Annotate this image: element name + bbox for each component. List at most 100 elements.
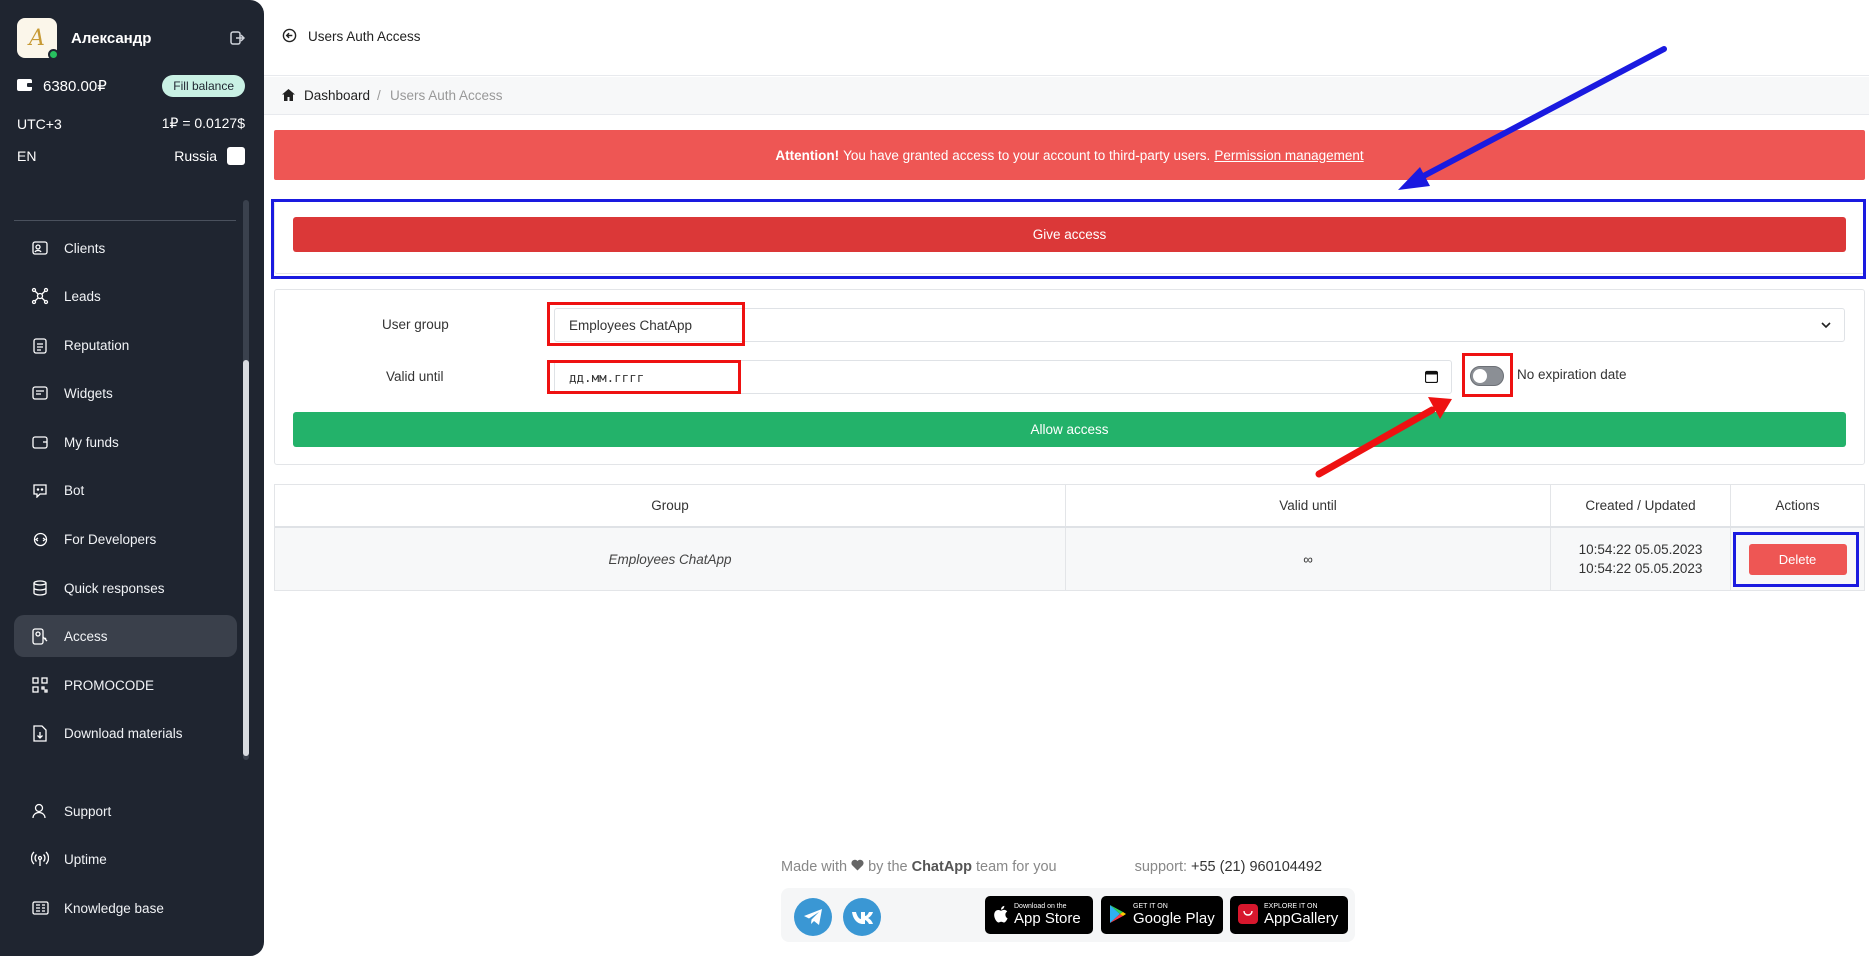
clients-icon [30, 238, 50, 258]
sidebar-item-promocode[interactable]: PROMOCODE [14, 664, 237, 706]
promocode-icon [30, 675, 50, 695]
sidebar-divider [14, 220, 236, 221]
download-icon [30, 723, 50, 743]
language-selector[interactable]: EN [17, 148, 36, 164]
table-header-row: Group Valid until Created / Updated Acti… [275, 485, 1864, 528]
appgallery-badge[interactable]: EXPLORE IT ON AppGallery [1230, 896, 1348, 934]
logout-icon[interactable] [227, 28, 247, 48]
valid-until-cell: ∞ [1303, 551, 1313, 567]
chevron-down-icon [1820, 319, 1832, 331]
page-header: Users Auth Access [264, 0, 1869, 76]
home-icon[interactable] [282, 89, 296, 103]
attention-alert: Attention! You have granted access to yo… [274, 130, 1865, 180]
sidebar-item-my-funds[interactable]: My funds [14, 421, 237, 463]
sidebar-item-label: Leads [64, 288, 101, 304]
allow-access-button[interactable]: Allow access [293, 412, 1846, 447]
column-header-group: Group [275, 485, 1066, 526]
google-play-icon [1109, 904, 1127, 927]
sidebar-scrollbar-thumb[interactable] [243, 360, 249, 756]
breadcrumb: Dashboard / Users Auth Access [264, 77, 1869, 115]
back-arrow-icon[interactable] [282, 28, 298, 44]
leads-icon [30, 286, 50, 306]
timezone-rate-row: UTC+3 1₽ = 0.0127$ [17, 115, 245, 132]
calendar-icon[interactable] [1424, 370, 1439, 384]
uptime-icon [30, 849, 50, 869]
huawei-appgallery-icon [1238, 903, 1258, 927]
breadcrumb-current: Users Auth Access [390, 88, 503, 103]
online-status-dot [48, 49, 59, 60]
app-store-badge[interactable]: Download on the App Store [985, 896, 1093, 934]
column-header-actions: Actions [1775, 498, 1820, 513]
sidebar-item-reputation[interactable]: Reputation [14, 324, 237, 366]
annotation-blue-box-delete [1733, 532, 1859, 587]
column-header-valid-until: Valid until [1066, 485, 1551, 526]
sidebar-item-download-materials[interactable]: Download materials [14, 712, 237, 754]
fill-balance-button[interactable]: Fill balance [162, 75, 245, 97]
sidebar-item-knowledge-base[interactable]: Knowledge base [14, 887, 237, 929]
google-play-badge[interactable]: GET IT ON Google Play [1101, 896, 1223, 934]
sidebar-item-label: PROMOCODE [64, 677, 155, 693]
sidebar-item-label: Download materials [64, 725, 183, 741]
made-middle: by the [868, 859, 908, 875]
bot-icon [30, 480, 50, 500]
user-profile[interactable]: A Александр [17, 17, 247, 60]
sidebar-item-support[interactable]: Support [14, 790, 237, 832]
breadcrumb-dashboard-link[interactable]: Dashboard [304, 88, 370, 103]
sidebar-item-leads[interactable]: Leads [14, 275, 237, 317]
country-flag-icon [227, 147, 245, 165]
column-header-created-updated: Created / Updated [1551, 485, 1731, 526]
sidebar-item-label: Support [64, 803, 112, 819]
annotation-red-box-date [547, 360, 741, 394]
updated-cell: 10:54:22 05.05.2023 [1578, 561, 1703, 576]
page-title: Users Auth Access [308, 29, 421, 44]
support-icon [30, 801, 50, 821]
support-phone[interactable]: +55 (21) 960104492 [1191, 859, 1322, 875]
database-icon [30, 578, 50, 598]
vk-icon[interactable] [843, 898, 881, 936]
developers-icon [30, 529, 50, 549]
sidebar-item-uptime[interactable]: Uptime [14, 838, 237, 880]
country-name: Russia [174, 148, 217, 164]
valid-until-label: Valid until [386, 369, 444, 384]
widgets-icon [30, 383, 50, 403]
alert-strong: Attention! [775, 147, 840, 163]
made-suffix: team for you [976, 859, 1057, 875]
permission-management-link[interactable]: Permission management [1214, 148, 1363, 163]
balance-value: 6380.00₽ [43, 78, 107, 95]
support-label: support: [1134, 859, 1188, 875]
group-cell: Employees ChatApp [608, 551, 732, 567]
telegram-icon[interactable] [794, 898, 832, 936]
user-group-select[interactable]: Employees ChatApp [554, 308, 1845, 342]
sidebar-item-clients[interactable]: Clients [14, 227, 237, 269]
google-play-big: Google Play [1133, 910, 1215, 927]
sidebar-item-label: Bot [64, 482, 85, 498]
knowledge-icon [30, 898, 50, 918]
balance-row: 6380.00₽ Fill balance [17, 74, 245, 98]
currency-rate: 1₽ = 0.0127$ [161, 115, 245, 131]
wallet-icon [17, 78, 35, 94]
breadcrumb-separator: / [377, 88, 381, 103]
reputation-icon [30, 335, 50, 355]
sidebar-item-for-developers[interactable]: For Developers [14, 518, 237, 560]
sidebar-item-quick-responses[interactable]: Quick responses [14, 567, 237, 609]
sidebar-item-label: Quick responses [64, 580, 165, 596]
sidebar-item-bot[interactable]: Bot [14, 469, 237, 511]
sidebar: A Александр 6380.00₽ Fill balance UTC+3 … [0, 0, 264, 956]
annotation-blue-box-give-access [271, 199, 1866, 279]
created-cell: 10:54:22 05.05.2023 [1578, 542, 1703, 557]
user-name: Александр [71, 29, 152, 47]
table-row: Employees ChatApp ∞ 10:54:22 05.05.2023 … [275, 528, 1864, 590]
timezone[interactable]: UTC+3 [17, 116, 62, 132]
app-store-big: App Store [1014, 910, 1081, 927]
brand-name: ChatApp [911, 859, 973, 875]
sidebar-item-label: For Developers [64, 531, 157, 547]
footer-credits: Made with by the ChatApp team for you su… [781, 859, 1361, 875]
wallet-icon [30, 432, 50, 452]
no-expiration-label: No expiration date [1517, 367, 1627, 382]
made-prefix: Made with [781, 859, 848, 875]
sidebar-item-access[interactable]: Access [14, 615, 237, 657]
access-table: Group Valid until Created / Updated Acti… [274, 484, 1865, 591]
avatar[interactable]: A [17, 18, 59, 60]
sidebar-item-widgets[interactable]: Widgets [14, 372, 237, 414]
country-selector[interactable]: Russia [174, 147, 245, 165]
